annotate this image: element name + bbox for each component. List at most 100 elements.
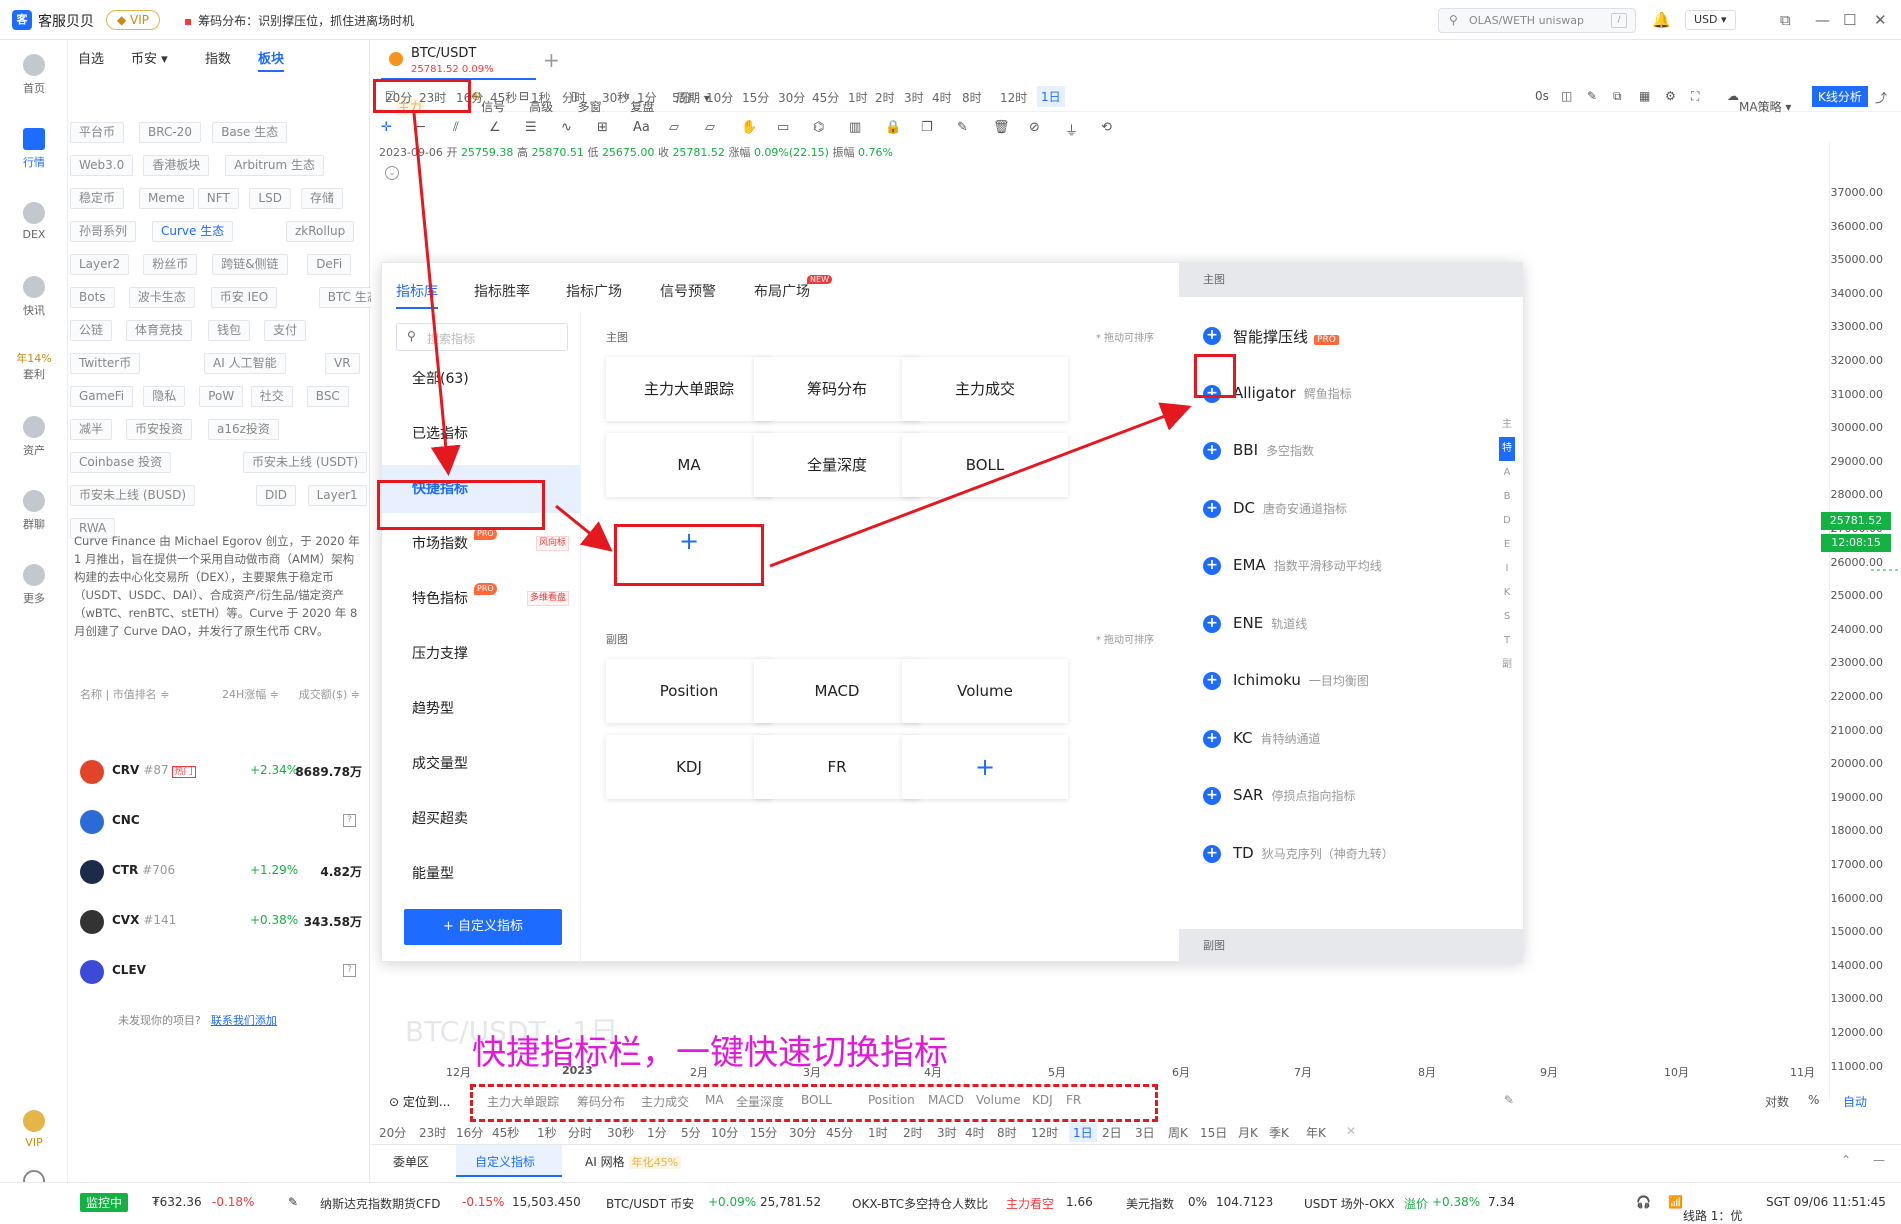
tab-indicator-library[interactable]: 指标库 xyxy=(396,281,438,309)
alpha-index-item[interactable]: D xyxy=(1499,509,1515,533)
clear-icon[interactable]: ✕ xyxy=(1346,1124,1356,1138)
category-1[interactable]: 已选指标 xyxy=(382,410,581,458)
angle-icon[interactable]: ∠ xyxy=(489,120,501,135)
interval-11[interactable]: 30分 xyxy=(778,89,805,106)
sector-tag[interactable]: 币安未上线 (USDT) xyxy=(243,452,368,473)
close-icon[interactable]: ✕ xyxy=(1874,11,1887,29)
tab-watchlist[interactable]: 自选 xyxy=(78,48,104,67)
collapse-ohlc-icon[interactable]: ⌄ xyxy=(385,166,399,180)
camera-icon[interactable]: ◫ xyxy=(1561,89,1572,103)
edit-quick-icon[interactable]: ✎ xyxy=(1504,1093,1514,1107)
add-main-indicator-button[interactable]: + xyxy=(606,509,772,573)
main-indicator-card[interactable]: BOLL xyxy=(902,433,1068,497)
tab-win-rate[interactable]: 指标胜率 xyxy=(474,281,530,301)
indicator-item[interactable]: + KC 肯特纳通道 xyxy=(1203,712,1503,770)
hand-icon[interactable]: ✋ xyxy=(741,120,757,135)
pen-icon[interactable]: ✎ xyxy=(1587,89,1597,103)
category-2[interactable]: 快捷指标 xyxy=(382,465,581,513)
quick-indicator-5[interactable]: BOLL xyxy=(801,1093,832,1107)
sector-tag[interactable]: 存储 xyxy=(301,188,344,209)
interval-7[interactable]: 1分 xyxy=(637,89,657,106)
headset-icon[interactable]: 🎧 xyxy=(1636,1195,1651,1209)
sector-tag[interactable]: 币安未上线 (BUSD) xyxy=(70,485,196,506)
coin-row[interactable]: CLEV? xyxy=(80,948,362,996)
quick-indicator-1[interactable]: 筹码分布 xyxy=(577,1093,625,1110)
category-9[interactable]: 能量型 xyxy=(382,850,581,898)
bottom-interval-6[interactable]: 30秒 xyxy=(607,1124,634,1141)
sector-tag[interactable]: Layer2 xyxy=(70,254,130,275)
sector-tag[interactable]: VR xyxy=(325,353,360,374)
bottom-interval-1[interactable]: 23时 xyxy=(419,1124,446,1141)
layout-icon[interactable]: ⧉ xyxy=(1613,89,1622,104)
sector-tag[interactable]: 支付 xyxy=(264,320,307,341)
sector-tag[interactable]: Meme xyxy=(139,188,194,209)
note-icon[interactable]: ✎ xyxy=(957,120,968,135)
pair-tab[interactable]: BTC/USDT 25781.52 0.09% xyxy=(381,42,536,80)
sector-tag[interactable]: Arbitrum 生态 xyxy=(225,155,325,176)
main-indicator-card[interactable]: 主力大单跟踪 xyxy=(606,357,772,421)
category-7[interactable]: 成交量型 xyxy=(382,740,581,788)
sub-indicator-card[interactable]: Position xyxy=(606,659,772,723)
sector-tag[interactable]: BSC xyxy=(306,386,349,407)
nav-vip[interactable]: VIP xyxy=(0,1110,68,1149)
alpha-index-item[interactable]: 副 xyxy=(1499,653,1515,677)
interval-3[interactable]: 45秒 xyxy=(490,89,517,106)
category-3[interactable]: 市场指数 PRO 风向标 xyxy=(382,520,581,568)
bottom-interval-5[interactable]: 分时 xyxy=(568,1124,592,1141)
gear-icon[interactable]: ⚙ xyxy=(1665,89,1676,103)
ma-strategy-select[interactable]: ☁ MA策略 ▾ xyxy=(1727,89,1791,114)
sector-tag[interactable]: Layer1 xyxy=(307,485,367,506)
parallel-line-icon[interactable]: ⫽ xyxy=(453,120,459,135)
sector-tag[interactable]: NFT xyxy=(197,188,239,209)
sector-tag[interactable]: Base 生态 xyxy=(212,122,288,143)
interval-4[interactable]: 1秒 xyxy=(531,89,551,106)
monitor-badge[interactable]: 监控中 xyxy=(80,1193,129,1212)
sector-tag[interactable]: 跨链&侧链 xyxy=(212,254,288,275)
sector-tag[interactable]: 减半 xyxy=(70,419,113,440)
bottom-interval-19[interactable]: 1日 xyxy=(1069,1123,1097,1142)
ticker-nasdaq[interactable]: 纳斯达克指数期货CFD xyxy=(320,1195,441,1212)
quick-indicator-10[interactable]: FR xyxy=(1066,1093,1081,1107)
fullscreen-icon[interactable]: ⛶ xyxy=(1691,89,1699,104)
add-indicator-icon[interactable]: + xyxy=(1203,442,1221,460)
tab-custom-indicator[interactable]: 自定义指标 xyxy=(475,1153,535,1170)
interval-18[interactable]: 12时 xyxy=(1000,89,1027,106)
add-indicator-icon[interactable]: + xyxy=(1203,327,1221,345)
main-indicator-card[interactable]: 全量深度 xyxy=(754,433,920,497)
add-sub-indicator-button[interactable]: + xyxy=(902,735,1068,799)
tab-indicator-square[interactable]: 指标广场 xyxy=(566,281,622,301)
category-4[interactable]: 特色指标 PRO 多维看盘 xyxy=(382,575,581,623)
bottom-interval-11[interactable]: 30分 xyxy=(789,1124,816,1141)
share-icon[interactable]: ⧉ xyxy=(1780,11,1791,29)
sector-tag[interactable]: 公链 xyxy=(70,320,113,341)
quick-indicator-6[interactable]: Position xyxy=(868,1093,915,1107)
interval-13[interactable]: 1时 xyxy=(848,89,868,106)
alpha-index-item[interactable]: T xyxy=(1499,629,1515,653)
add-indicator-icon[interactable]: + xyxy=(1203,729,1221,748)
bottom-interval-18[interactable]: 12时 xyxy=(1031,1124,1058,1141)
category-6[interactable]: 趋势型 xyxy=(382,685,581,733)
quick-indicator-8[interactable]: Volume xyxy=(976,1093,1021,1107)
hide-icon[interactable]: ⊘ xyxy=(1029,120,1040,135)
log-scale-toggle[interactable]: 对数 xyxy=(1765,1093,1789,1110)
auto-scale-toggle[interactable]: 自动 xyxy=(1843,1093,1867,1110)
interval-9[interactable]: 10分 xyxy=(706,89,733,106)
sector-tag[interactable]: 孙哥系列 xyxy=(70,221,137,242)
alpha-index-item[interactable]: 主 xyxy=(1499,413,1515,437)
trash-icon[interactable]: 🗑 xyxy=(993,120,1010,135)
indicator-item[interactable]: + EMA 指数平滑移动平均线 xyxy=(1203,539,1503,597)
indicator-search-input[interactable]: ⚲ 搜索指标 xyxy=(396,323,568,351)
main-indicator-card[interactable]: 主力成交 xyxy=(902,357,1068,421)
sector-tag[interactable]: Coinbase 投资 xyxy=(70,452,172,473)
minimize-icon[interactable]: — xyxy=(1815,11,1830,29)
alpha-index-item[interactable]: K xyxy=(1499,581,1515,605)
bottom-interval-17[interactable]: 8时 xyxy=(997,1124,1017,1141)
main-indicator-card[interactable]: MA xyxy=(606,433,772,497)
quick-indicator-7[interactable]: MACD xyxy=(928,1093,964,1107)
panel-minimize-icon[interactable]: — xyxy=(1873,1153,1885,1167)
bottom-interval-4[interactable]: 1秒 xyxy=(537,1124,557,1141)
kline-analysis-button[interactable]: K线分析 xyxy=(1812,86,1868,107)
bottom-interval-25[interactable]: 季K xyxy=(1269,1124,1289,1141)
sector-tag[interactable]: LSD xyxy=(249,188,291,209)
sub-indicator-card[interactable]: KDJ xyxy=(606,735,772,799)
